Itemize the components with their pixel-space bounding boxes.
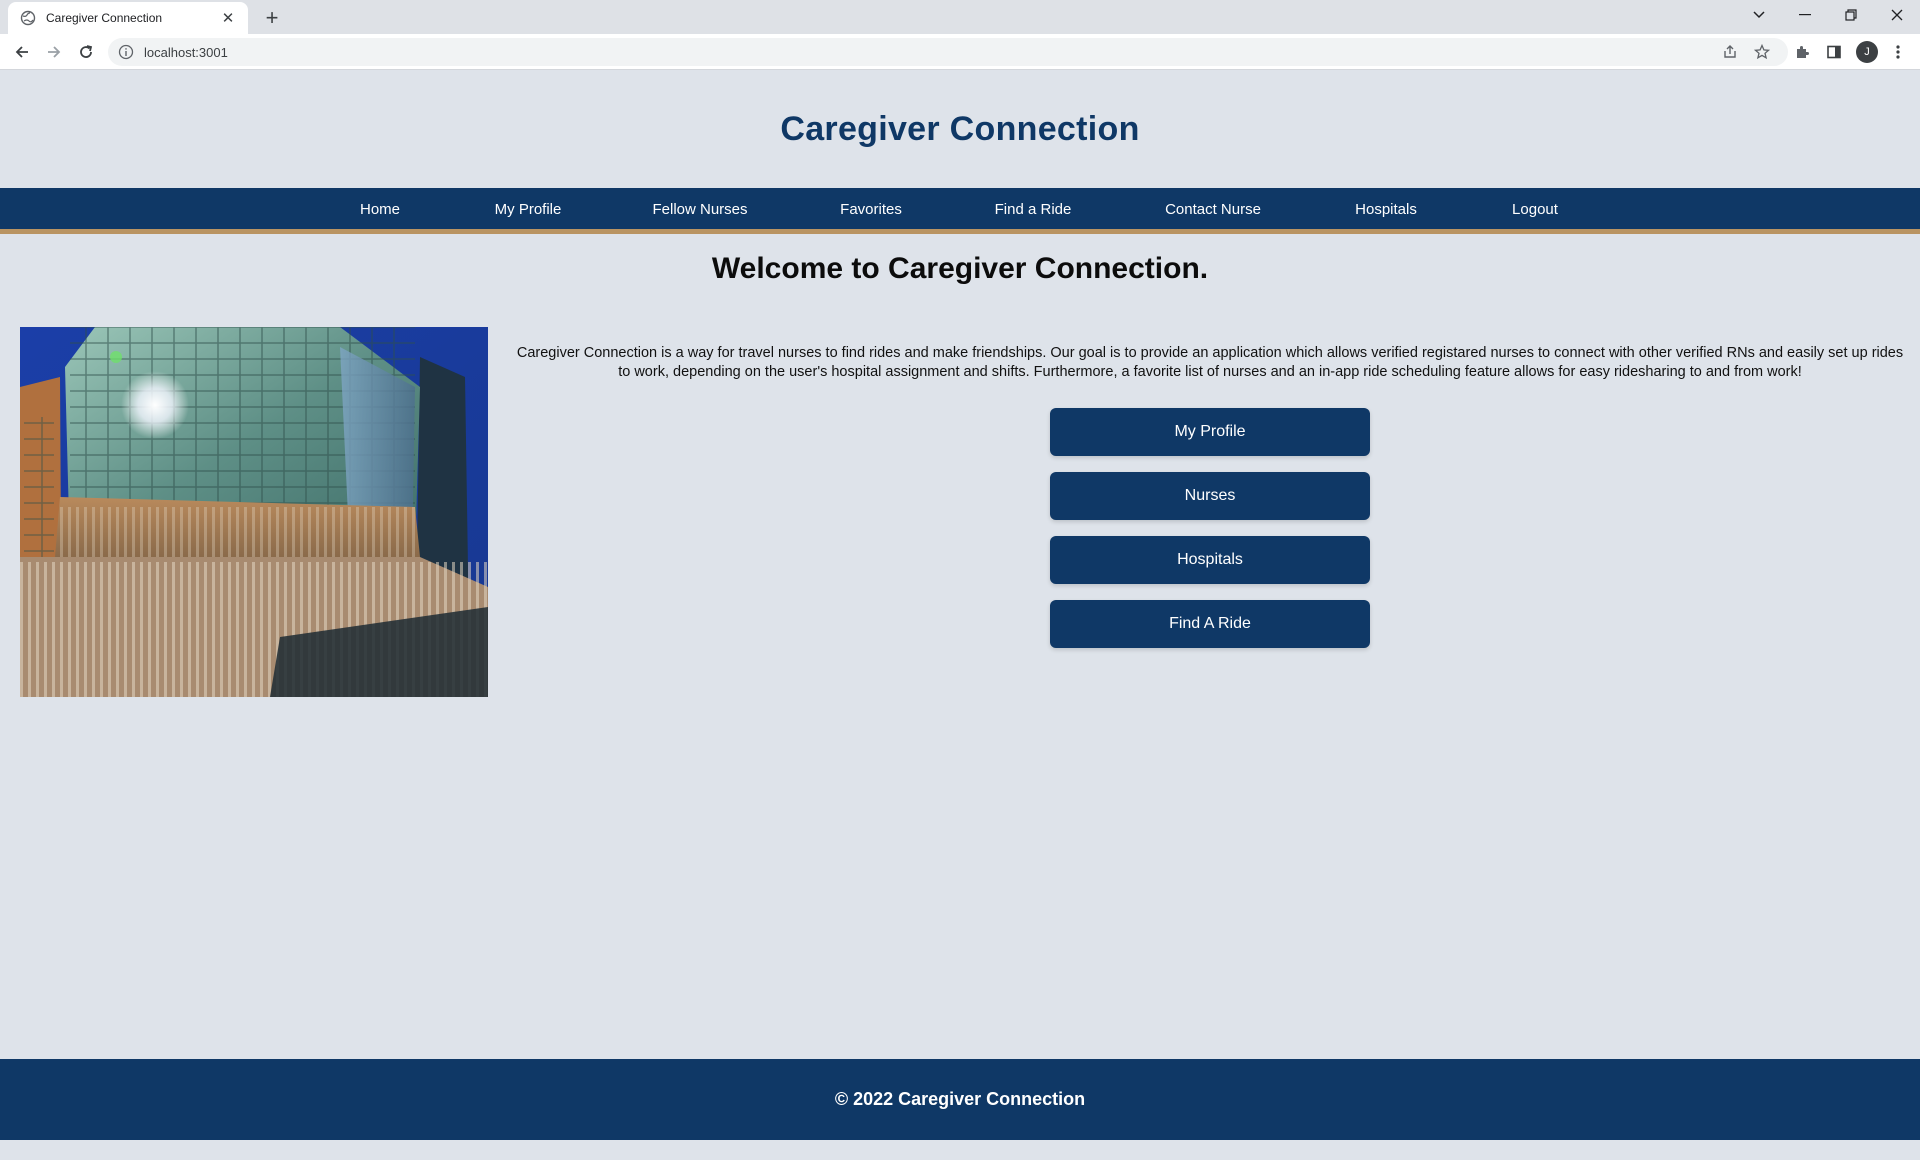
back-icon[interactable] bbox=[8, 38, 36, 66]
address-bar[interactable]: localhost:3001 bbox=[108, 38, 1788, 66]
share-icon[interactable] bbox=[1716, 38, 1744, 66]
nav-item-favorites[interactable]: Favorites bbox=[840, 188, 902, 232]
site-footer: © 2022 Caregiver Connection bbox=[0, 1059, 1920, 1140]
url-text: localhost:3001 bbox=[144, 44, 228, 60]
nav-item-fellow-nurses[interactable]: Fellow Nurses bbox=[652, 188, 747, 232]
restore-icon[interactable] bbox=[1828, 0, 1874, 30]
main-nav: Home My Profile Fellow Nurses Favorites … bbox=[0, 188, 1920, 234]
intro-text: Caregiver Connection is a way for travel… bbox=[516, 345, 1904, 380]
nav-item-contact-nurse[interactable]: Contact Nurse bbox=[1165, 188, 1261, 232]
nav-item-hospitals[interactable]: Hospitals bbox=[1355, 188, 1417, 232]
close-tab-icon[interactable]: ✕ bbox=[218, 9, 238, 27]
browser-toolbar: localhost:3001 bbox=[0, 34, 1920, 70]
minimize-icon[interactable] bbox=[1782, 0, 1828, 30]
close-window-icon[interactable] bbox=[1874, 0, 1920, 30]
new-tab-icon[interactable]: + bbox=[258, 4, 286, 32]
reload-icon[interactable] bbox=[72, 38, 100, 66]
browser-tab[interactable]: Caregiver Connection ✕ bbox=[8, 2, 248, 34]
nav-item-find-a-ride[interactable]: Find a Ride bbox=[995, 188, 1072, 232]
extensions-icon[interactable] bbox=[1788, 38, 1816, 66]
hospital-building-image bbox=[20, 327, 488, 697]
site-header: Caregiver Connection bbox=[0, 70, 1920, 188]
bookmark-star-icon[interactable] bbox=[1748, 38, 1776, 66]
find-a-ride-button[interactable]: Find A Ride bbox=[1050, 600, 1370, 648]
site-title: Caregiver Connection bbox=[780, 109, 1140, 148]
forward-icon[interactable] bbox=[40, 38, 68, 66]
globe-icon bbox=[20, 10, 36, 26]
side-panel-icon[interactable] bbox=[1820, 38, 1848, 66]
profile-avatar[interactable]: J bbox=[1856, 41, 1878, 63]
tab-search-icon[interactable] bbox=[1736, 0, 1782, 30]
menu-kebab-icon[interactable] bbox=[1884, 38, 1912, 66]
browser-tabstrip: Caregiver Connection ✕ + bbox=[0, 0, 1920, 34]
nav-item-my-profile[interactable]: My Profile bbox=[495, 188, 562, 232]
tab-title: Caregiver Connection bbox=[46, 11, 163, 25]
nurses-button[interactable]: Nurses bbox=[1050, 472, 1370, 520]
bottom-strip bbox=[0, 1140, 1920, 1160]
hospitals-button[interactable]: Hospitals bbox=[1050, 536, 1370, 584]
site-info-icon[interactable] bbox=[118, 44, 134, 60]
copyright-text: © 2022 Caregiver Connection bbox=[834, 1089, 1086, 1109]
my-profile-button[interactable]: My Profile bbox=[1050, 408, 1370, 456]
nav-item-logout[interactable]: Logout bbox=[1512, 188, 1558, 232]
nav-item-home[interactable]: Home bbox=[360, 188, 400, 232]
welcome-heading: Welcome to Caregiver Connection. bbox=[711, 252, 1209, 285]
